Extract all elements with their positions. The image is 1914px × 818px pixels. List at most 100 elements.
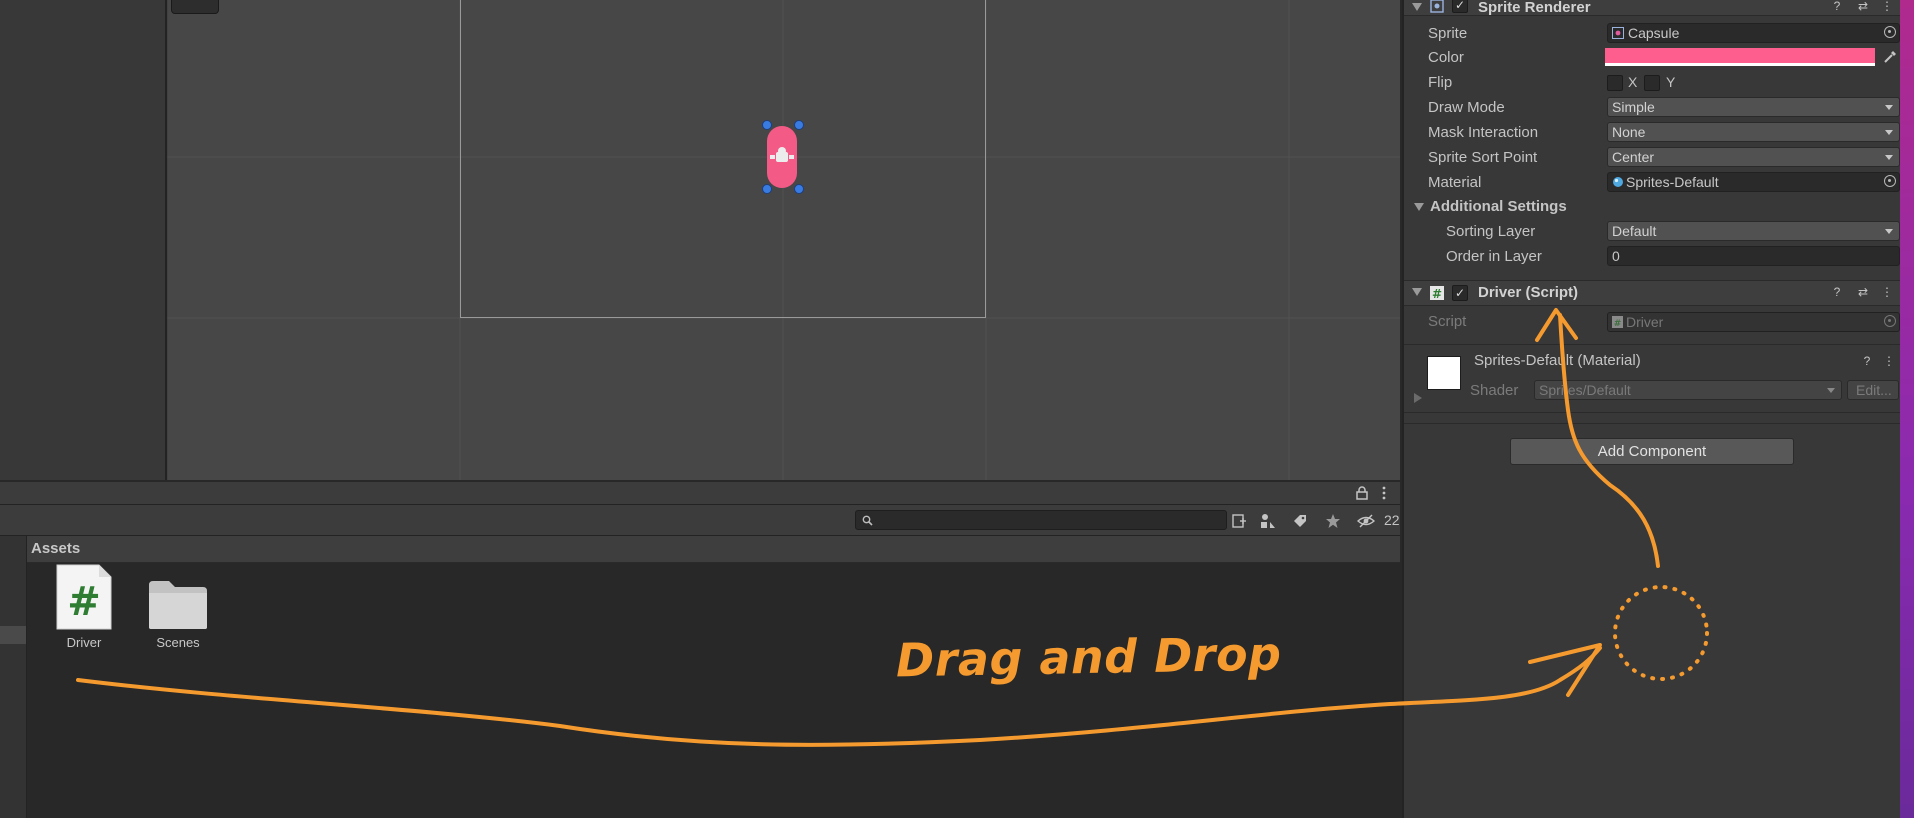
- label-tag-icon[interactable]: [1290, 511, 1310, 531]
- sprite-field[interactable]: Capsule: [1607, 23, 1900, 43]
- divider: [1404, 423, 1902, 424]
- component-menu-icon[interactable]: ⋮: [1880, 285, 1894, 299]
- sprite-sort-point-value: Center: [1612, 149, 1655, 165]
- folder-icon: [147, 579, 209, 631]
- draw-mode-label: Draw Mode: [1428, 99, 1505, 116]
- svg-text:#: #: [1432, 287, 1442, 300]
- object-picker-icon[interactable]: [1884, 26, 1896, 38]
- draw-mode-dropdown[interactable]: Simple: [1607, 97, 1900, 117]
- hierarchy-panel-edge: [0, 0, 167, 480]
- hidden-packages-eye-icon[interactable]: [1356, 511, 1376, 531]
- material-title: Sprites-Default (Material): [1474, 352, 1641, 369]
- divider: [1404, 344, 1902, 345]
- desktop-background-edge: [1900, 0, 1914, 818]
- flip-x-label: X: [1628, 74, 1638, 90]
- rect-handle-bottom-left[interactable]: [762, 184, 772, 194]
- component-menu-icon[interactable]: ⋮: [1880, 0, 1894, 13]
- sprite-sort-point-dropdown[interactable]: Center: [1607, 147, 1900, 167]
- folder-tree[interactable]: [0, 536, 27, 818]
- flip-y-label: Y: [1666, 74, 1676, 90]
- favorite-star-icon[interactable]: [1323, 511, 1343, 531]
- asset-driver-script[interactable]: # Driver: [39, 563, 129, 650]
- search-icon: [862, 515, 873, 526]
- sprite-renderer-enabled-checkbox[interactable]: ✓: [1452, 0, 1468, 13]
- chevron-down-icon: [1885, 229, 1893, 234]
- script-icon: #: [1430, 286, 1444, 300]
- sorting-layer-dropdown[interactable]: Default: [1607, 221, 1900, 241]
- tree-selected-item[interactable]: [0, 626, 26, 644]
- lock-icon[interactable]: [1355, 486, 1369, 500]
- chevron-down-icon: [1885, 155, 1893, 160]
- sprite-value: Capsule: [1628, 25, 1680, 41]
- component-title: Sprite Renderer: [1478, 0, 1591, 16]
- scene-view[interactable]: [167, 0, 1400, 480]
- svg-text:#: #: [67, 579, 101, 625]
- order-in-layer-field[interactable]: 0: [1607, 246, 1900, 266]
- breadcrumb: Assets: [27, 536, 1400, 563]
- svg-text:#: #: [1614, 319, 1622, 328]
- search-by-type-icon[interactable]: [1258, 511, 1278, 531]
- create-asset-icon[interactable]: [1229, 511, 1249, 531]
- assets-grid[interactable]: # Driver Scenes: [27, 563, 1400, 818]
- help-icon[interactable]: ?: [1830, 285, 1844, 299]
- help-icon[interactable]: ?: [1860, 354, 1874, 368]
- color-label: Color: [1428, 49, 1464, 66]
- asset-label: Driver: [66, 635, 102, 650]
- color-field[interactable]: [1605, 48, 1875, 66]
- mask-interaction-dropdown[interactable]: None: [1607, 122, 1900, 142]
- material-label: Material: [1428, 174, 1482, 191]
- camera-bounds: [460, 0, 986, 318]
- shader-value: Sprites/Default: [1539, 382, 1631, 398]
- breadcrumb-assets[interactable]: Assets: [31, 540, 80, 557]
- component-menu-icon[interactable]: ⋮: [1882, 354, 1896, 368]
- search-input[interactable]: [855, 510, 1227, 530]
- object-picker-icon[interactable]: [1884, 175, 1896, 187]
- asset-label: Scenes: [156, 635, 200, 650]
- sprite-renderer-header[interactable]: ✓ Sprite Renderer ? ⇄ ⋮: [1404, 0, 1902, 16]
- divider: [1404, 412, 1902, 413]
- rect-handle-bottom-right[interactable]: [794, 184, 804, 194]
- draw-mode-value: Simple: [1612, 99, 1655, 115]
- edit-button-label: Edit...: [1856, 382, 1892, 398]
- driver-script-header[interactable]: # ✓ Driver (Script) ? ⇄ ⋮: [1404, 280, 1902, 306]
- scene-gizmo-button[interactable]: [171, 0, 219, 14]
- kebab-menu-icon[interactable]: [1380, 486, 1388, 500]
- asset-scenes-folder[interactable]: Scenes: [133, 563, 223, 650]
- script-gizmo-icon: [770, 147, 794, 162]
- additional-settings-foldout[interactable]: Additional Settings: [1430, 198, 1567, 215]
- rect-handle-top-left[interactable]: [762, 120, 772, 130]
- add-component-button[interactable]: Add Component: [1510, 438, 1794, 465]
- additional-settings-arrow-icon[interactable]: [1414, 203, 1424, 211]
- order-in-layer-value: 0: [1612, 248, 1620, 264]
- material-preview: [1427, 356, 1461, 390]
- shader-edit-button[interactable]: Edit...: [1847, 380, 1899, 400]
- object-picker-icon: [1884, 315, 1896, 327]
- script-label: Script: [1428, 313, 1467, 330]
- flip-label: Flip: [1428, 74, 1453, 91]
- chevron-down-icon: [1885, 105, 1893, 110]
- preset-icon[interactable]: ⇄: [1856, 0, 1870, 13]
- flip-x-checkbox[interactable]: [1607, 75, 1623, 91]
- shader-label: Shader: [1470, 382, 1519, 399]
- shader-dropdown[interactable]: Sprites/Default: [1534, 380, 1842, 400]
- material-field[interactable]: Sprites-Default: [1607, 172, 1900, 192]
- drag-and-drop-caption: Drag and Drop: [895, 626, 1282, 688]
- collapse-arrow-icon[interactable]: [1412, 3, 1422, 11]
- inspector-panel: ✓ Sprite Renderer ? ⇄ ⋮ Sprite Capsule C…: [1402, 0, 1902, 818]
- collapse-arrow-icon[interactable]: [1412, 288, 1422, 296]
- rect-handle-top-right[interactable]: [794, 120, 804, 130]
- expand-arrow-icon[interactable]: [1414, 393, 1422, 403]
- material-asset-icon: [1613, 177, 1623, 187]
- preset-icon[interactable]: ⇄: [1856, 285, 1870, 299]
- chevron-down-icon: [1885, 130, 1893, 135]
- eyedropper-icon[interactable]: [1883, 50, 1897, 64]
- help-icon[interactable]: ?: [1830, 0, 1844, 13]
- material-value: Sprites-Default: [1626, 174, 1719, 190]
- flip-y-checkbox[interactable]: [1644, 75, 1660, 91]
- mask-interaction-value: None: [1612, 124, 1646, 140]
- script-file-icon: #: [1612, 316, 1623, 328]
- chevron-down-icon: [1827, 388, 1835, 393]
- sprite-renderer-icon: [1430, 0, 1444, 13]
- script-field: # Driver: [1607, 312, 1900, 332]
- driver-enabled-checkbox[interactable]: ✓: [1452, 285, 1468, 301]
